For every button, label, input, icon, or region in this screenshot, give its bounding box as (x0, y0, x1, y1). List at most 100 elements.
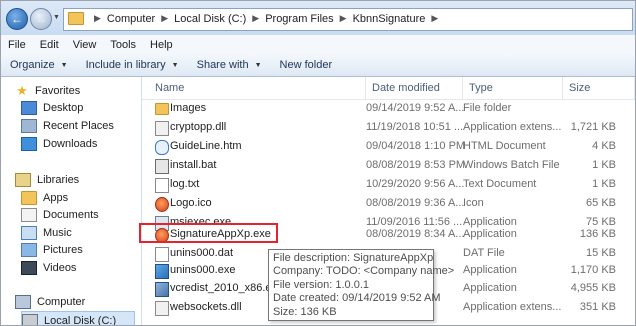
file-date: 08/08/2019 8:34 A... (366, 228, 464, 240)
tooltip-company: Company: TODO: <Company name> (273, 265, 455, 278)
nav-music[interactable]: Music (21, 224, 72, 241)
breadcrumb-local-disk[interactable]: Local Disk (C:) (174, 13, 246, 25)
new-folder-label: New folder (279, 59, 333, 71)
nav-computer-label: Computer (37, 295, 86, 308)
file-type: Application (463, 228, 517, 240)
menu-file[interactable]: File (1, 39, 33, 51)
nav-downloads[interactable]: Downloads (21, 135, 97, 152)
nav-computer[interactable]: Computer (15, 293, 85, 310)
breadcrumb-program-files[interactable]: Program Files (265, 13, 333, 25)
nav-apps[interactable]: Apps (21, 189, 68, 206)
chevron-right-icon[interactable]: ▶ (161, 13, 168, 24)
menu-view[interactable]: View (66, 39, 104, 51)
menu-tools[interactable]: Tools (103, 39, 143, 51)
chevron-right-icon[interactable]: ▶ (94, 13, 101, 24)
nav-local-disk[interactable]: Local Disk (C:) (21, 311, 135, 326)
chevron-right-icon[interactable]: ▶ (431, 13, 438, 24)
file-row-cryptopp[interactable]: cryptopp.dll 11/19/2018 10:51 ... Applic… (142, 118, 635, 137)
menu-bar: File Edit View Tools Help (1, 35, 635, 55)
file-date: 09/04/2018 1:10 PM (366, 140, 464, 152)
file-row-logo[interactable]: Logo.ico 08/08/2019 9:36 A... Icon 65 KB (142, 194, 635, 213)
include-in-library-label: Include in library (85, 59, 166, 71)
address-bar[interactable]: ▶ Computer ▶ Local Disk (C:) ▶ Program F… (63, 8, 633, 31)
file-type: Text Document (463, 178, 537, 190)
file-size: 1,721 KB (570, 121, 616, 133)
column-headers: Name Date modified Type Size (142, 77, 635, 100)
dll-file-icon (155, 301, 169, 316)
file-date: 08/08/2019 9:36 A... (366, 197, 464, 209)
arrow-left-icon: ← (11, 12, 23, 26)
nav-documents[interactable]: Documents (21, 206, 99, 223)
organize-label: Organize (10, 59, 55, 71)
menu-help[interactable]: Help (143, 39, 180, 51)
share-with-button[interactable]: Share with ▼ (188, 59, 271, 71)
nav-desktop[interactable]: Desktop (21, 99, 83, 116)
dat-file-icon (155, 247, 169, 262)
organize-button[interactable]: Organize ▼ (1, 59, 77, 71)
file-row-log[interactable]: log.txt 10/29/2020 9:56 A... Text Docume… (142, 175, 635, 194)
command-bar: Organize ▼ Include in library ▼ Share wi… (1, 54, 635, 77)
star-icon: ★ (16, 82, 28, 98)
videos-icon (21, 260, 37, 275)
back-button[interactable]: ← (6, 8, 28, 30)
file-type: Application (463, 264, 517, 276)
new-folder-button[interactable]: New folder (271, 59, 342, 71)
include-in-library-button[interactable]: Include in library ▼ (77, 59, 188, 71)
batch-file-icon (155, 159, 169, 174)
address-row: ← → ▼ ▶ Computer ▶ Local Disk (C:) ▶ Pro… (1, 1, 635, 35)
file-date: 11/19/2018 10:51 ... (366, 121, 464, 133)
folder-icon (68, 12, 84, 25)
column-type[interactable]: Type (463, 77, 563, 99)
file-row-images[interactable]: Images 09/14/2019 9:52 A... File folder (142, 99, 635, 118)
column-date-modified[interactable]: Date modified (366, 77, 463, 99)
hard-drive-icon (22, 313, 38, 325)
uninstaller-icon (155, 264, 169, 279)
nav-favorites[interactable]: ★ Favorites (15, 82, 80, 99)
file-type: Application extens... (463, 121, 562, 133)
column-name[interactable]: Name (142, 77, 366, 99)
recent-pages-dropdown-icon[interactable]: ▼ (53, 14, 60, 21)
nav-desktop-label: Desktop (43, 101, 84, 114)
pictures-icon (21, 242, 37, 257)
tooltip-version: File version: 1.0.0.1 (273, 278, 369, 291)
file-name: install.bat (170, 159, 217, 171)
column-size[interactable]: Size (563, 77, 635, 99)
tooltip-created: Date created: 09/14/2019 9:52 AM (273, 292, 441, 305)
nav-local-disk-label: Local Disk (C:) (44, 314, 117, 326)
downloads-icon (21, 136, 37, 151)
file-name: log.txt (170, 178, 200, 190)
recent-places-icon (21, 118, 37, 133)
nav-recent-places-label: Recent Places (43, 119, 114, 132)
file-date: 10/29/2020 9:56 A... (366, 178, 464, 190)
chevron-down-icon: ▼ (171, 61, 179, 69)
nav-videos[interactable]: Videos (21, 259, 76, 276)
file-type: Windows Batch File (463, 159, 560, 171)
share-with-label: Share with (196, 59, 249, 71)
html-file-icon (155, 140, 169, 155)
nav-pictures[interactable]: Pictures (21, 241, 83, 258)
file-info-tooltip: File description: SignatureAppXp Company… (268, 249, 455, 321)
file-size: 4,955 KB (570, 282, 616, 294)
nav-recent-places[interactable]: Recent Places (21, 117, 114, 134)
nav-videos-label: Videos (43, 261, 77, 274)
breadcrumb-computer[interactable]: Computer (107, 13, 155, 25)
breadcrumb-kbnnsignature[interactable]: KbnnSignature (353, 13, 426, 25)
chevron-right-icon[interactable]: ▶ (252, 13, 259, 24)
file-name: Images (170, 102, 207, 114)
nav-downloads-label: Downloads (43, 137, 98, 150)
nav-libraries-label: Libraries (37, 173, 80, 186)
tooltip-description: File description: SignatureAppXp (273, 252, 434, 264)
forward-button[interactable]: → (30, 8, 52, 30)
nav-pictures-label: Pictures (43, 243, 83, 256)
chevron-down-icon: ▼ (254, 61, 262, 69)
chevron-right-icon[interactable]: ▶ (340, 13, 347, 24)
file-date: 09/14/2019 9:52 A... (366, 102, 464, 114)
breadcrumb: ▶ Computer ▶ Local Disk (C:) ▶ Program F… (68, 12, 444, 25)
file-type: HTML Document (463, 140, 546, 152)
file-row-guideline[interactable]: GuideLine.htm 09/04/2018 1:10 PM HTML Do… (142, 137, 635, 156)
nav-libraries[interactable]: Libraries (15, 171, 79, 188)
file-name: cryptopp.dll (170, 121, 227, 133)
explorer-window: ← → ▼ ▶ Computer ▶ Local Disk (C:) ▶ Pro… (0, 0, 636, 326)
file-row-install-bat[interactable]: install.bat 08/08/2019 8:53 PM Windows B… (142, 156, 635, 175)
menu-edit[interactable]: Edit (33, 39, 66, 51)
